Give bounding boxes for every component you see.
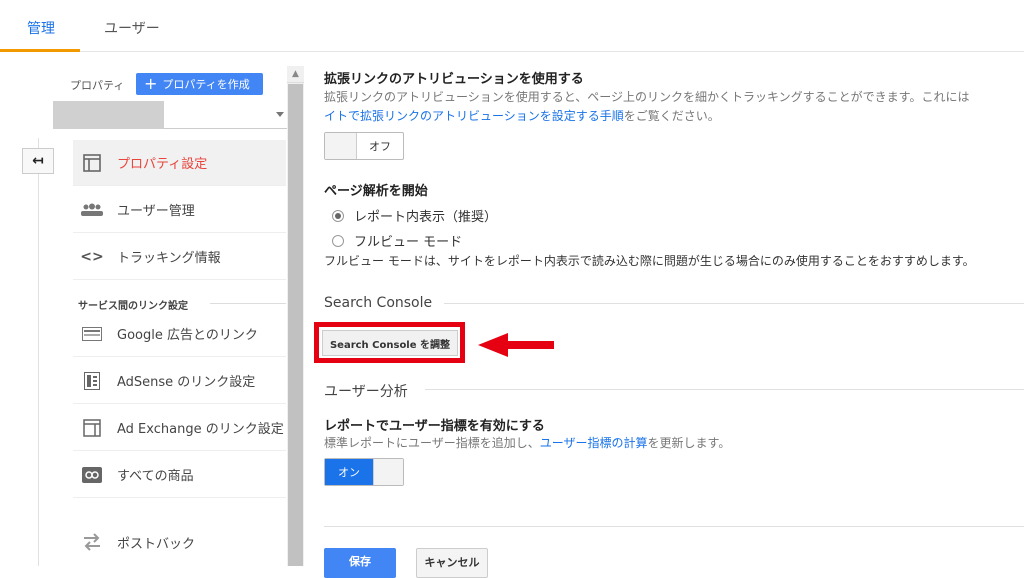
radio-unselected-icon xyxy=(332,234,344,247)
scrollbar-thumb[interactable] xyxy=(288,84,303,566)
code-icon: <> xyxy=(80,248,104,265)
adjust-search-console-button[interactable]: Search Console を調整 xyxy=(322,330,458,356)
toggle-knob xyxy=(373,459,403,485)
sidebar-item-label: AdSense のリンク設定 xyxy=(117,375,256,390)
scroll-up-icon[interactable]: ▲ xyxy=(287,66,304,83)
back-arrow-button[interactable]: ↤ xyxy=(22,148,54,174)
redacted-property-name xyxy=(53,101,164,129)
sidebar-item-adsense[interactable]: AdSense のリンク設定 xyxy=(73,358,286,404)
sidebar-item-google-ads[interactable]: Google 広告とのリンク xyxy=(73,311,286,357)
create-property-button[interactable]: + プロパティを作成 xyxy=(136,73,263,95)
toggle-knob xyxy=(325,133,357,159)
sidebar-item-label: ユーザー管理 xyxy=(117,204,195,219)
property-label: プロパティ xyxy=(70,79,125,92)
section-divider xyxy=(210,303,286,304)
cancel-button[interactable]: キャンセル xyxy=(416,548,488,578)
enhanced-link-desc-line2: イトで拡張リンクのアトリビューションを設定する手順をご覧ください。 xyxy=(324,107,720,124)
section-label-links: サービス間のリンク設定 xyxy=(78,301,188,312)
sidebar-item-user-management[interactable]: ユーザー管理 xyxy=(73,187,286,233)
sidebar-item-tracking-info[interactable]: <> トラッキング情報 xyxy=(73,234,286,280)
sidebar-item-property-settings[interactable]: プロパティ設定 xyxy=(73,140,286,186)
radio-label: レポート内表示（推奨） xyxy=(354,210,498,225)
create-property-label: プロパティを作成 xyxy=(162,78,250,91)
toggle-label: オン xyxy=(325,459,373,485)
user-metrics-toggle[interactable]: オン xyxy=(324,458,404,486)
section-divider xyxy=(425,389,1024,390)
enhanced-link-toggle[interactable]: オフ xyxy=(324,132,404,160)
adexchange-icon xyxy=(81,417,103,439)
page-analysis-note: フルビュー モードは、サイトをレポート内表示で読み込む際に問題が生じる場合にのみ… xyxy=(324,254,975,268)
sidebar-item-label: トラッキング情報 xyxy=(117,251,221,266)
section-divider xyxy=(444,303,1024,304)
property-selector[interactable] xyxy=(53,101,287,129)
ads-icon xyxy=(81,323,103,345)
enhanced-link-title: 拡張リンクのアトリビューションを使用する xyxy=(324,72,584,87)
radio-in-report[interactable]: レポート内表示（推奨） xyxy=(332,206,497,225)
link-icon xyxy=(81,464,103,486)
toggle-label: オフ xyxy=(369,140,391,153)
sidebar-item-label: ポストバック xyxy=(117,536,196,552)
sidebar-item-label: すべての商品 xyxy=(117,469,194,484)
user-metrics-calc-link[interactable]: ユーザー指標の計算 xyxy=(540,436,648,450)
user-metrics-desc-post: を更新します。 xyxy=(647,436,731,450)
enhanced-link-desc: 拡張リンクのアトリビューションを使用すると、ページ上のリンクを細かくトラッキング… xyxy=(324,90,970,104)
tab-user[interactable]: ユーザー xyxy=(104,18,160,38)
users-icon xyxy=(81,199,103,221)
radio-full-view[interactable]: フルビュー モード xyxy=(332,231,462,250)
user-analysis-section-title: ユーザー分析 xyxy=(324,384,408,400)
arrow-left-icon xyxy=(478,333,554,357)
search-console-section-title: Search Console xyxy=(324,295,433,311)
chevron-down-icon xyxy=(276,112,284,117)
sidebar-item-label: Google 広告とのリンク xyxy=(117,328,258,343)
sidebar-item-all-products[interactable]: すべての商品 xyxy=(73,452,286,498)
postback-icon xyxy=(81,531,103,553)
top-tab-bar: 管理 ユーザー xyxy=(0,0,1024,52)
enhanced-link-help-link[interactable]: イトで拡張リンクのアトリビューションを設定する手順 xyxy=(324,109,624,123)
plus-icon: + xyxy=(144,74,158,93)
nav-divider xyxy=(38,138,39,566)
user-metrics-title: レポートでユーザー指標を有効にする xyxy=(324,419,545,434)
window-icon xyxy=(81,152,103,174)
page-analysis-title: ページ解析を開始 xyxy=(324,184,428,199)
radio-label: フルビュー モード xyxy=(354,235,463,250)
user-metrics-desc-pre: 標準レポートにユーザー指標を追加し、 xyxy=(324,436,540,450)
sidebar-item-label: プロパティ設定 xyxy=(117,157,208,172)
sidebar-item-postback[interactable]: ポストバック xyxy=(73,519,286,565)
user-metrics-desc: 標準レポートにユーザー指標を追加し、ユーザー指標の計算を更新します。 xyxy=(324,434,730,451)
adsense-icon xyxy=(81,370,103,392)
radio-selected-icon xyxy=(332,209,344,222)
enhanced-link-desc-tail: をご覧ください。 xyxy=(623,109,720,123)
tab-admin[interactable]: 管理 xyxy=(27,18,55,38)
sidebar-item-label: Ad Exchange のリンク設定 xyxy=(117,422,284,437)
footer-divider xyxy=(324,526,1024,527)
save-button[interactable]: 保存 xyxy=(324,548,396,578)
sidebar-item-ad-exchange[interactable]: Ad Exchange のリンク設定 xyxy=(73,405,286,451)
